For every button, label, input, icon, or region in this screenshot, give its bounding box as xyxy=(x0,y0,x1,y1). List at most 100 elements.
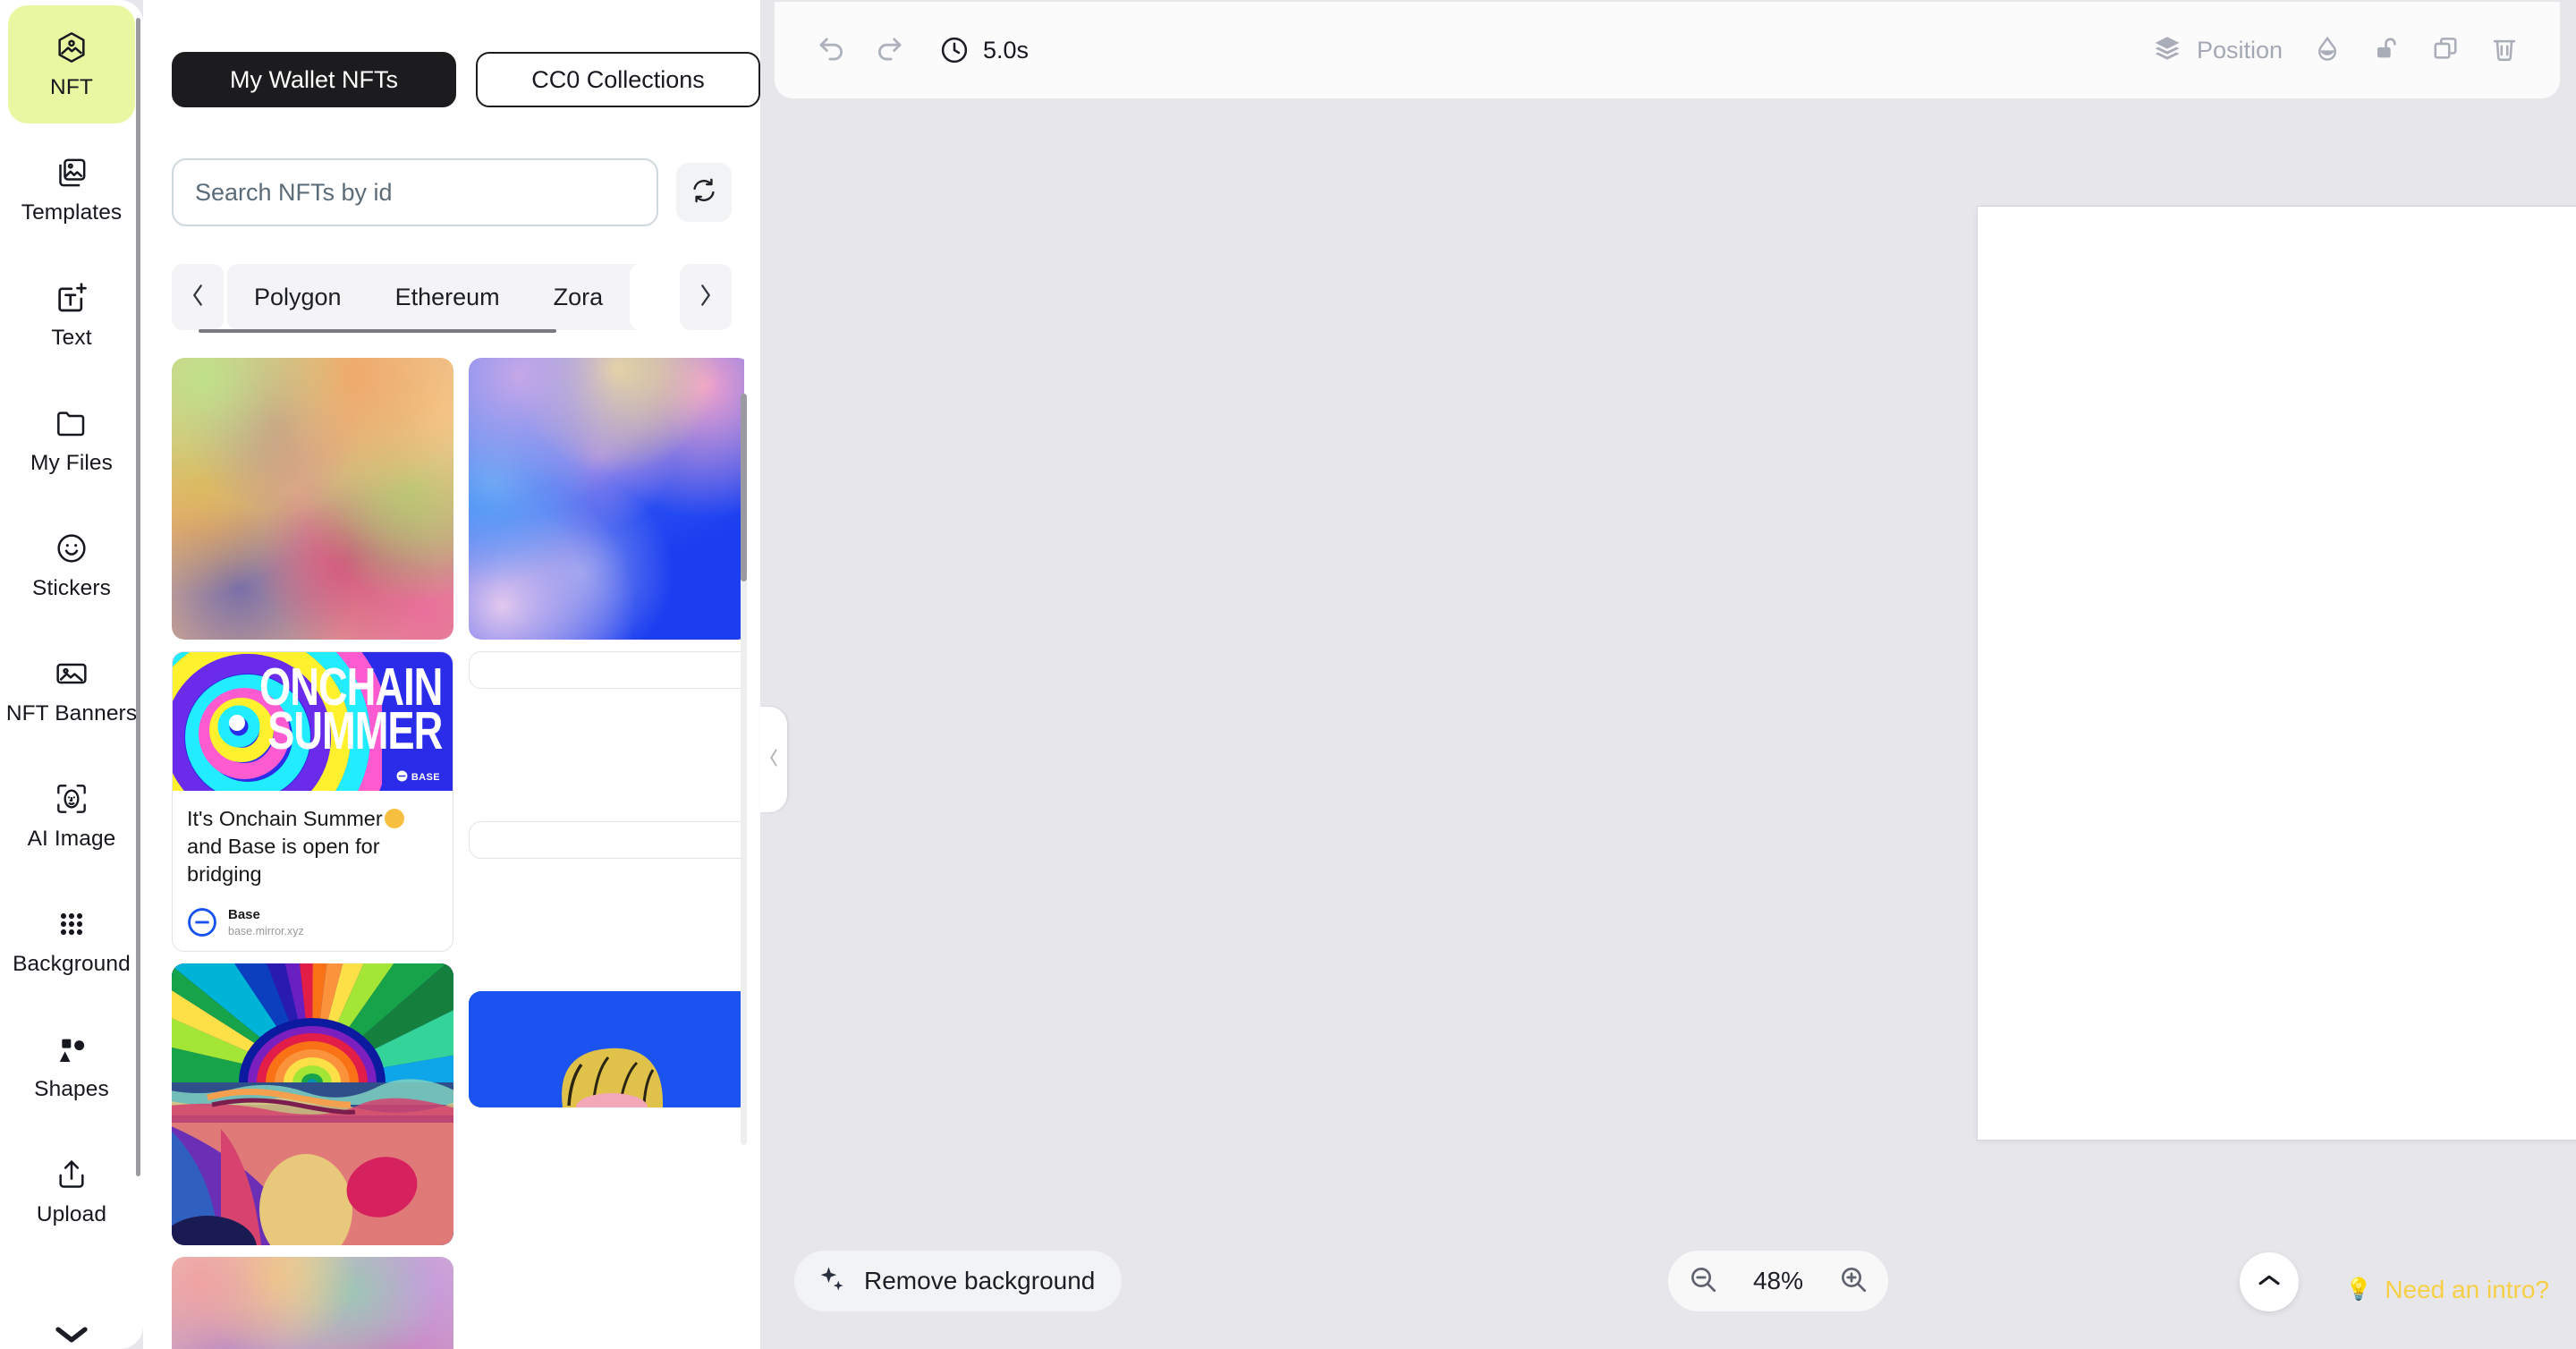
chain-chip-next-partial[interactable] xyxy=(630,264,676,330)
droplet-icon xyxy=(2313,34,2342,67)
collapse-panel-button[interactable] xyxy=(2240,1252,2299,1311)
templates-images-icon xyxy=(54,155,89,191)
position-label: Position xyxy=(2196,36,2283,64)
chevron-right-icon xyxy=(694,282,717,313)
delete-button[interactable] xyxy=(2490,34,2519,67)
zoom-in-button[interactable] xyxy=(1838,1264,1868,1299)
avatar xyxy=(187,907,217,938)
refresh-button[interactable] xyxy=(676,163,732,222)
chain-chip-polygon[interactable]: Polygon xyxy=(227,264,369,330)
trash-icon xyxy=(2490,34,2519,67)
opacity-button[interactable] xyxy=(2313,34,2342,67)
remove-background-label: Remove background xyxy=(864,1267,1096,1294)
sidebar-item-stickers[interactable]: Stickers xyxy=(8,506,135,624)
nft-card-gradient-pastel[interactable] xyxy=(172,1256,453,1349)
need-intro-label: Need an intro? xyxy=(2385,1276,2549,1303)
sidebar-item-label: Text xyxy=(51,325,92,350)
nft-card-onchain-summer[interactable]: ONCHAIN SUMMER BASE It's Onchain Summera… xyxy=(172,651,453,952)
nft-title-part-1: It's Onchain Summer xyxy=(187,807,383,830)
chain-chip-zora[interactable]: Zora xyxy=(527,264,631,330)
sidebar-item-label: My Files xyxy=(30,450,113,475)
undo-icon xyxy=(815,31,849,70)
nft-grid-column-left: ONCHAIN SUMMER BASE It's Onchain Summera… xyxy=(172,358,453,1349)
duplicate-button[interactable] xyxy=(2431,34,2460,67)
banner-image-icon xyxy=(54,656,89,691)
chains-scrollbar[interactable] xyxy=(199,329,556,333)
zoom-out-icon xyxy=(1688,1264,1718,1299)
tab-cc0-collections[interactable]: CC0 Collections xyxy=(476,52,760,107)
nft-panel-inner: My Wallet NFTs CC0 Collections Search NF… xyxy=(143,0,760,1349)
chevron-down-icon xyxy=(54,1323,89,1349)
nft-card-rainbow-sunset[interactable] xyxy=(172,963,453,1245)
sidebar-item-templates[interactable]: Templates xyxy=(8,131,135,249)
zoom-in-icon xyxy=(1838,1264,1868,1299)
sidebar-more-button[interactable] xyxy=(0,1323,143,1349)
nft-panel: My Wallet NFTs CC0 Collections Search NF… xyxy=(143,0,760,1349)
chain-label: Ethereum xyxy=(394,283,500,310)
nft-card-gradient-blue[interactable] xyxy=(469,358,744,640)
canvas-stage: 5.0s Position Remove background 48% 💡 Ne… xyxy=(760,0,2576,1349)
sidebar-item-upload[interactable]: Upload xyxy=(8,1133,135,1251)
top-toolbar: 5.0s Position xyxy=(775,2,2560,98)
panel-collapse-handle[interactable] xyxy=(760,707,787,812)
sidebar-item-text[interactable]: Text xyxy=(8,256,135,374)
nft-grid[interactable]: ONCHAIN SUMMER BASE It's Onchain Summera… xyxy=(172,358,744,1349)
top-toolbar-right: Position xyxy=(2152,33,2560,68)
sidebar-item-label: NFT Banners xyxy=(5,700,138,725)
author-meta: Base base.mirror.xyz xyxy=(228,906,304,938)
sidebar-item-nft[interactable]: NFT xyxy=(8,5,135,123)
author-url: base.mirror.xyz xyxy=(228,924,304,938)
chain-label: Zora xyxy=(553,283,604,310)
sidebar-item-shapes[interactable]: Shapes xyxy=(8,1007,135,1125)
nft-card-blank-2[interactable] xyxy=(469,821,744,859)
zoom-out-button[interactable] xyxy=(1688,1264,1718,1299)
chains-next-button[interactable] xyxy=(680,264,732,330)
refresh-icon xyxy=(690,176,718,209)
artboard[interactable] xyxy=(1977,206,2576,1141)
blue-portrait-graphic xyxy=(469,991,744,1107)
base-logo-icon xyxy=(396,770,408,785)
undo-button[interactable] xyxy=(815,31,849,70)
nft-panel-scrollbar-thumb[interactable] xyxy=(741,394,747,581)
search-box[interactable] xyxy=(172,158,658,226)
zoom-control: 48% xyxy=(1668,1251,1888,1311)
sidebar-scroll[interactable]: NFT Templates Text My Files Stickers NFT… xyxy=(0,0,143,1349)
sidebar-item-my-files[interactable]: My Files xyxy=(8,381,135,499)
tab-my-wallet-nfts[interactable]: My Wallet NFTs xyxy=(172,52,456,107)
folder-icon xyxy=(54,405,89,441)
nft-card-body: It's Onchain Summer and Base is open for … xyxy=(173,791,453,951)
duration-value: 5.0s xyxy=(983,36,1030,64)
sidebar-item-nft-banners[interactable]: NFT Banners xyxy=(5,632,138,750)
chain-label: Polygon xyxy=(254,283,342,310)
search-input[interactable] xyxy=(195,178,635,207)
sidebar-item-background[interactable]: Background xyxy=(8,882,135,1000)
unlock-icon xyxy=(2372,34,2401,67)
duration-button[interactable]: 5.0s xyxy=(938,34,1029,66)
nft-thumbnail xyxy=(469,358,744,640)
need-intro-button[interactable]: 💡 Need an intro? xyxy=(2345,1276,2549,1304)
chain-chip-ethereum[interactable]: Ethereum xyxy=(369,264,527,330)
rainbow-sunset-graphic xyxy=(172,963,453,1245)
sidebar-scrollbar[interactable] xyxy=(136,18,140,1176)
lock-button[interactable] xyxy=(2372,34,2401,67)
nft-hexagon-icon xyxy=(54,30,89,65)
sidebar-item-label: Shapes xyxy=(34,1076,109,1101)
redo-button[interactable] xyxy=(872,31,906,70)
onchain-summer-wordmark: ONCHAIN SUMMER xyxy=(259,661,443,758)
position-button[interactable]: Position xyxy=(2152,33,2283,68)
sidebar-item-label: Upload xyxy=(36,1201,107,1226)
nft-card-gradient-warm[interactable] xyxy=(172,358,453,640)
yellow-circle-emoji xyxy=(384,809,404,828)
redo-icon xyxy=(872,31,906,70)
chains-prev-button[interactable] xyxy=(172,264,224,330)
nft-card-blank-1[interactable] xyxy=(469,651,744,689)
upload-arrow-icon xyxy=(54,1157,89,1192)
chain-chips-scroller[interactable]: Polygon Ethereum Zora xyxy=(227,264,676,330)
nft-card-blue-portrait[interactable] xyxy=(469,991,744,1107)
duplicate-icon xyxy=(2431,34,2460,67)
remove-background-button[interactable]: Remove background xyxy=(794,1251,1123,1311)
chevron-up-icon xyxy=(2256,1271,2283,1294)
top-toolbar-left: 5.0s xyxy=(775,31,1029,70)
sparkle-icon xyxy=(818,1264,848,1299)
sidebar-item-ai-image[interactable]: AI Image xyxy=(8,757,135,875)
